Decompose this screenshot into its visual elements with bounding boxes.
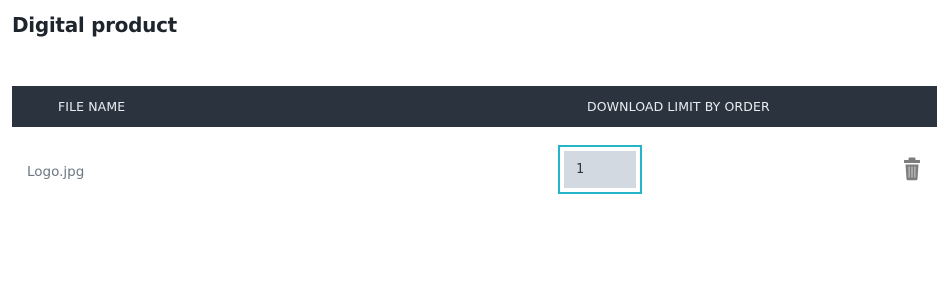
digital-product-page: Digital product FILE NAME DOWNLOAD LIMIT… [0,0,948,282]
column-header-file-name: FILE NAME [58,99,126,114]
file-name-cell: Logo.jpg [27,164,85,180]
page-title: Digital product [12,13,177,37]
download-limit-focus-ring [558,145,642,194]
table-header: FILE NAME DOWNLOAD LIMIT BY ORDER [12,86,937,127]
delete-file-button[interactable] [902,157,922,181]
column-header-download-limit: DOWNLOAD LIMIT BY ORDER [587,99,770,114]
download-limit-input[interactable] [564,151,636,188]
trash-icon [904,157,920,181]
table-row: Logo.jpg [12,127,937,217]
